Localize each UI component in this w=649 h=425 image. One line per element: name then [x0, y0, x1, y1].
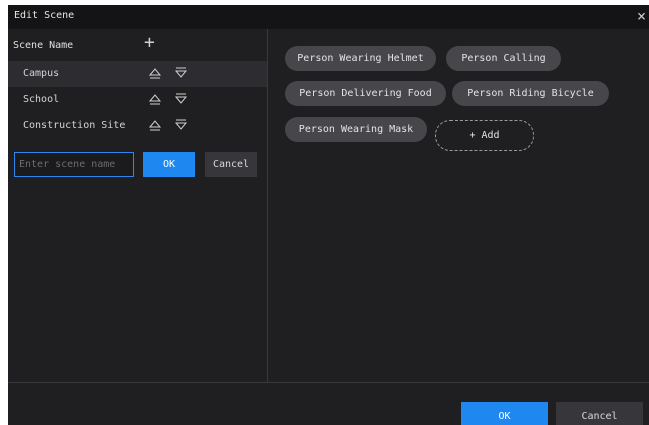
cancel-button[interactable]: Cancel: [556, 402, 643, 425]
move-up-icon[interactable]: [148, 66, 162, 80]
move-up-icon[interactable]: [148, 92, 162, 106]
confirm-scene-button[interactable]: OK: [143, 152, 195, 177]
dialog-footer: OK Cancel: [8, 382, 649, 425]
tag-person-wearing-mask[interactable]: Person Wearing Mask: [285, 117, 427, 142]
tag-person-riding-bicycle[interactable]: Person Riding Bicycle: [452, 81, 609, 106]
scene-list-header: Scene Name +: [8, 29, 267, 61]
move-down-icon[interactable]: [174, 92, 188, 106]
scene-tags-panel: Person Wearing Helmet Person Calling Per…: [268, 29, 649, 382]
dialog-title: Edit Scene: [14, 10, 75, 21]
scene-label: School: [23, 94, 60, 105]
scene-row-school[interactable]: School: [8, 87, 267, 113]
close-icon[interactable]: ×: [637, 5, 649, 27]
move-down-icon[interactable]: [174, 118, 188, 132]
dialog-titlebar: Edit Scene ×: [8, 5, 649, 29]
cancel-scene-button[interactable]: Cancel: [205, 152, 257, 177]
add-scene-icon[interactable]: +: [144, 34, 160, 53]
edit-scene-dialog: Edit Scene × Scene Name + Campus School: [8, 5, 649, 425]
scene-list-panel: Scene Name + Campus School Construction …: [8, 29, 267, 382]
tag-person-calling[interactable]: Person Calling: [446, 46, 561, 71]
scene-row-campus[interactable]: Campus: [8, 61, 267, 87]
scene-row-construction-site[interactable]: Construction Site: [8, 113, 267, 139]
scene-name-input[interactable]: [14, 152, 134, 177]
add-tag-button[interactable]: + Add: [435, 120, 534, 151]
scene-label: Construction Site: [23, 120, 126, 131]
move-down-icon[interactable]: [174, 66, 188, 80]
tag-person-delivering-food[interactable]: Person Delivering Food: [285, 81, 446, 106]
tag-person-wearing-helmet[interactable]: Person Wearing Helmet: [285, 46, 436, 71]
move-up-icon[interactable]: [148, 118, 162, 132]
scene-label: Campus: [23, 68, 60, 79]
ok-button[interactable]: OK: [461, 402, 548, 425]
scene-name-header: Scene Name: [13, 40, 74, 51]
